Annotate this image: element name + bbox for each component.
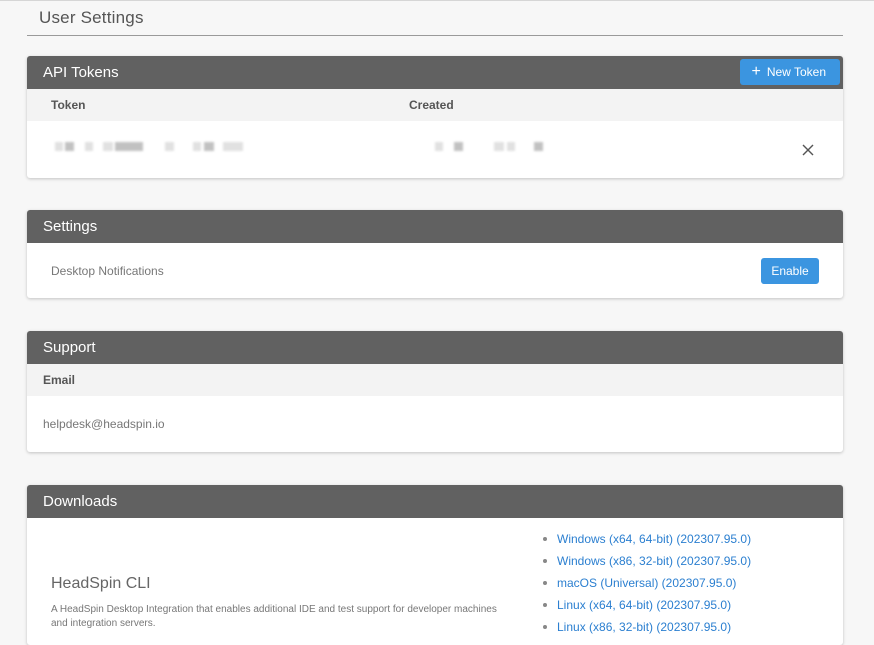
download-item: Linux (x64, 64-bit) (202307.95.0) xyxy=(543,594,751,616)
download-link-linux-x86[interactable]: Linux (x86, 32-bit) (202307.95.0) xyxy=(557,620,731,634)
settings-title: Settings xyxy=(43,218,98,235)
headspin-cli-description: A HeadSpin Desktop Integration that enab… xyxy=(51,604,497,629)
token-row xyxy=(27,121,843,178)
bullet-icon xyxy=(543,537,547,541)
page-title: User Settings xyxy=(39,8,144,27)
top-border xyxy=(0,0,874,1)
enable-notifications-button[interactable]: Enable xyxy=(761,258,819,284)
new-token-button[interactable]: + New Token xyxy=(739,59,840,85)
download-item: macOS (Universal) (202307.95.0) xyxy=(543,572,751,594)
downloads-body: HeadSpin CLI A HeadSpin Desktop Integrat… xyxy=(27,518,843,645)
support-email-value: helpdesk@headspin.io xyxy=(43,417,165,431)
api-tokens-panel: API Tokens + New Token Token Created xyxy=(27,56,843,178)
support-header: Support xyxy=(27,331,843,364)
api-tokens-header: API Tokens + New Token xyxy=(27,56,843,89)
downloads-header: Downloads xyxy=(27,485,843,518)
title-divider xyxy=(27,35,843,36)
column-created: Created xyxy=(409,98,454,112)
bullet-icon xyxy=(543,559,547,563)
api-tokens-title: API Tokens xyxy=(43,64,119,81)
new-token-label: New Token xyxy=(766,65,826,79)
downloads-title: Downloads xyxy=(43,493,118,510)
bullet-icon xyxy=(543,625,547,629)
settings-panel: Settings Desktop Notifications Enable xyxy=(27,210,843,298)
plus-icon: + xyxy=(751,63,761,80)
support-panel: Support Email helpdesk@headspin.io xyxy=(27,331,843,452)
downloads-panel: Downloads HeadSpin CLI A HeadSpin Deskto… xyxy=(27,485,843,645)
bullet-icon xyxy=(543,603,547,607)
download-link-macos[interactable]: macOS (Universal) (202307.95.0) xyxy=(557,576,736,590)
delete-token-close-icon[interactable] xyxy=(801,143,815,157)
download-link-linux-x64[interactable]: Linux (x64, 64-bit) (202307.95.0) xyxy=(557,598,731,612)
column-token: Token xyxy=(51,98,86,112)
support-email-header: Email xyxy=(27,364,843,396)
desktop-notifications-row: Desktop Notifications Enable xyxy=(27,243,843,298)
download-link-windows-x86[interactable]: Windows (x86, 32-bit) (202307.95.0) xyxy=(557,554,751,568)
download-item: Windows (x64, 64-bit) (202307.95.0) xyxy=(543,528,751,550)
download-item: Linux (x86, 32-bit) (202307.95.0) xyxy=(543,616,751,638)
token-table-header: Token Created xyxy=(27,89,843,121)
support-title: Support xyxy=(43,339,96,356)
desktop-notifications-label: Desktop Notifications xyxy=(51,264,164,278)
download-item: Windows (x86, 32-bit) (202307.95.0) xyxy=(543,550,751,572)
email-column-label: Email xyxy=(43,373,76,387)
download-links-list: Windows (x64, 64-bit) (202307.95.0) Wind… xyxy=(543,528,751,638)
headspin-cli-title: HeadSpin CLI xyxy=(51,575,151,592)
support-email-row: helpdesk@headspin.io xyxy=(27,396,843,452)
bullet-icon xyxy=(543,581,547,585)
download-link-windows-x64[interactable]: Windows (x64, 64-bit) (202307.95.0) xyxy=(557,532,751,546)
settings-header: Settings xyxy=(27,210,843,243)
